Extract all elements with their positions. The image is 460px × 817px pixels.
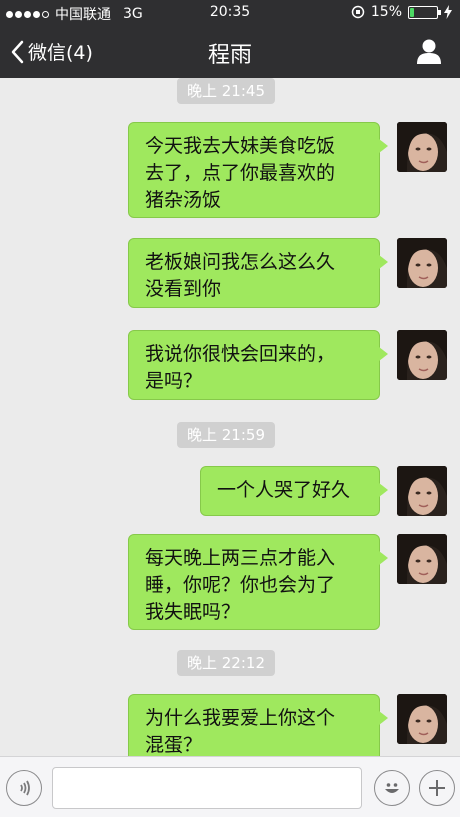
message-input[interactable] — [52, 767, 362, 809]
message-line: 一个人哭了好久 — [217, 479, 351, 501]
message-list[interactable]: 晚上 21:45 今天我去大妹美食吃饭 去了，点了你最喜欢的 猪杂汤饭 老板娘问… — [0, 78, 460, 756]
avatar[interactable] — [397, 534, 447, 584]
message-line: 没看到你 — [145, 278, 222, 300]
avatar-image — [397, 238, 447, 288]
timestamp: 晚上 21:45 — [177, 78, 275, 104]
message-bubble[interactable]: 老板娘问我怎么这么久 没看到你 — [128, 238, 388, 308]
avatar[interactable] — [397, 694, 447, 744]
battery-icon — [408, 5, 441, 19]
avatar[interactable] — [397, 330, 447, 380]
message-bubble[interactable]: 我说你很快会回来的， 是吗？ — [128, 330, 388, 400]
more-button[interactable] — [419, 770, 455, 806]
person-icon — [417, 39, 441, 64]
voice-icon — [20, 780, 30, 796]
timestamp: 晚上 22:12 — [177, 650, 275, 676]
timestamp: 晚上 21:59 — [177, 422, 275, 448]
message-line: 老板娘问我怎么这么久 — [145, 251, 336, 273]
message-line: 每天晚上两三点才能入 — [145, 547, 336, 569]
avatar[interactable] — [397, 238, 447, 288]
message-line: 是吗？ — [145, 370, 203, 392]
status-bar: 中国联通 3G 20:35 15% — [0, 0, 460, 26]
battery-level — [410, 7, 414, 17]
profile-button[interactable] — [416, 38, 442, 68]
message-line: 睡，你呢？你也会为了 — [145, 574, 336, 596]
message-line: 混蛋？ — [145, 734, 203, 756]
message-bubble[interactable]: 今天我去大妹美食吃饭 去了，点了你最喜欢的 猪杂汤饭 — [128, 122, 388, 218]
avatar-image — [397, 330, 447, 380]
chat-title: 程雨 — [207, 43, 252, 68]
smiley-icon — [385, 783, 399, 793]
avatar[interactable] — [397, 466, 447, 516]
message-bubble[interactable]: 一个人哭了好久 — [200, 466, 388, 516]
input-bar — [0, 756, 460, 817]
voice-button[interactable] — [6, 770, 42, 806]
message-line: 我说你很快会回来的， — [145, 343, 336, 365]
rotation-lock-icon — [351, 5, 365, 19]
message-bubble[interactable]: 每天晚上两三点才能入 睡，你呢？你也会为了 我失眠吗？ — [128, 534, 388, 630]
message-bubble[interactable]: 为什么我要爱上你这个 混蛋？ — [128, 694, 388, 756]
avatar-image — [397, 466, 447, 516]
message-line: 我失眠吗？ — [145, 601, 241, 623]
status-right: 15% — [351, 4, 452, 20]
message-line: 猪杂汤饭 — [145, 189, 222, 211]
battery-percent: 15% — [370, 4, 402, 20]
message-line: 今天我去大妹美食吃饭 — [145, 135, 336, 157]
emoji-button[interactable] — [374, 770, 410, 806]
avatar[interactable] — [397, 122, 447, 172]
message-line: 去了，点了你最喜欢的 — [145, 162, 336, 184]
avatar-image — [397, 694, 447, 744]
charging-icon — [444, 5, 452, 19]
avatar-image — [397, 534, 447, 584]
avatar-image — [397, 122, 447, 172]
message-line: 为什么我要爱上你这个 — [145, 707, 336, 729]
nav-bar: 微信(4) 程雨 — [0, 26, 460, 78]
plus-icon — [429, 780, 445, 796]
